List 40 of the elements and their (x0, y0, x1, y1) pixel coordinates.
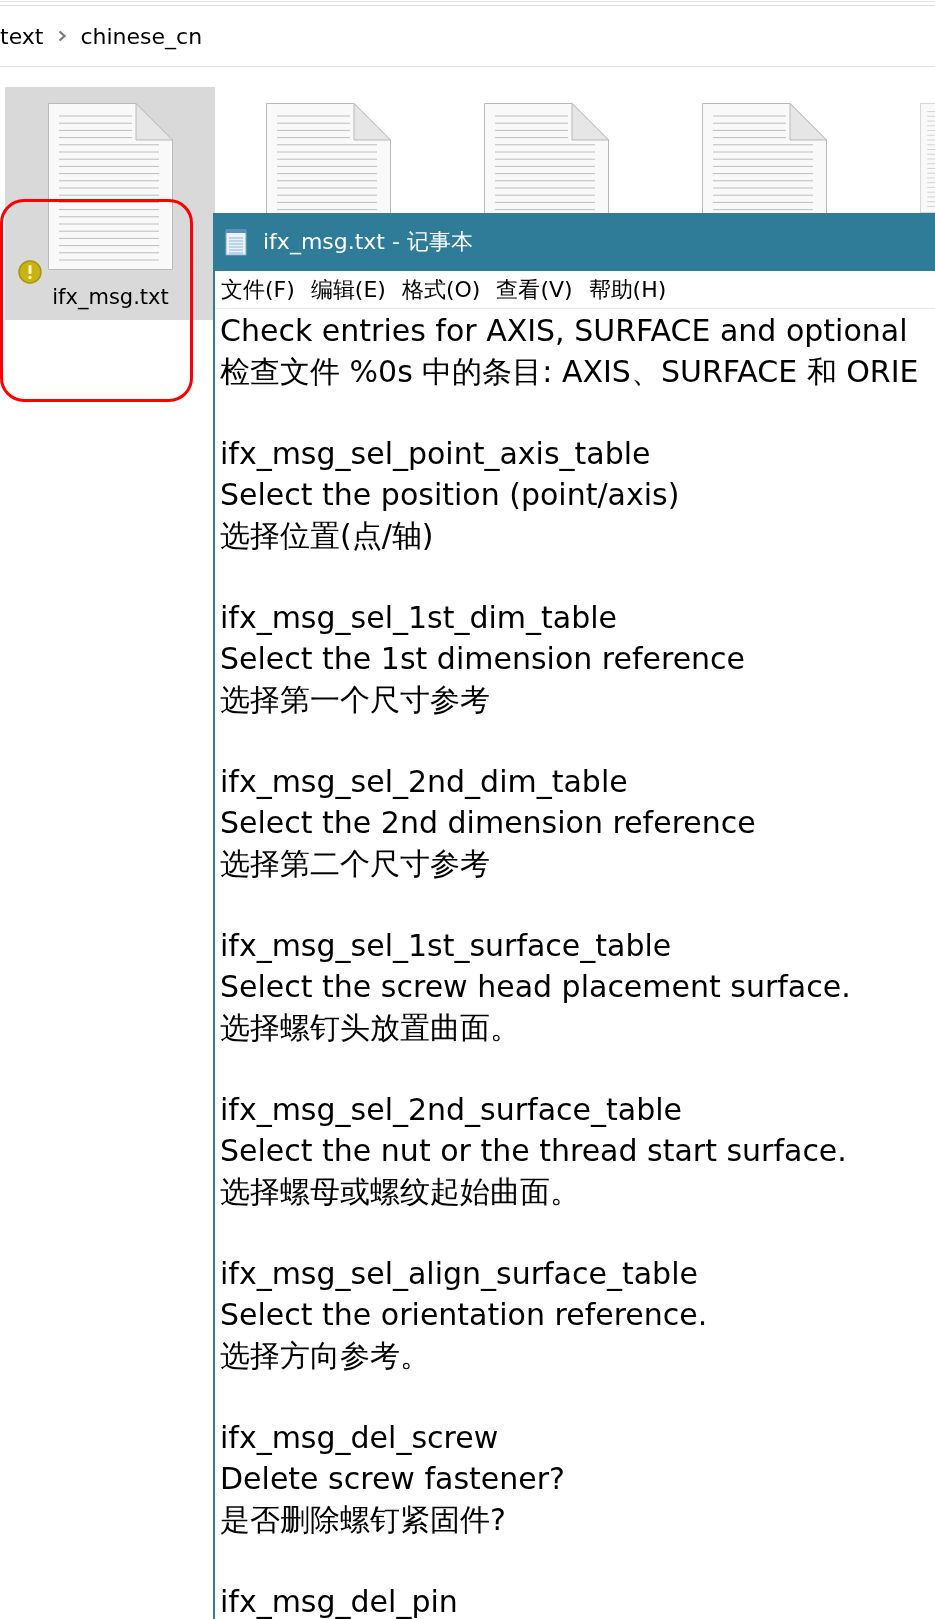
document-icon (484, 103, 609, 213)
text-line: 选择位置(点/轴) (220, 517, 435, 555)
text-line: 检查文件 %0s 中的条目: AXIS、SURFACE 和 ORIE (220, 353, 920, 391)
text-line: ifx_msg_del_pin (220, 1583, 459, 1619)
text-line: Select the 1st dimension reference (220, 640, 747, 678)
file-name: ifx_msg.txt (52, 285, 169, 309)
menu-item[interactable]: 文件(F) (221, 274, 295, 305)
text-line: Check entries for AXIS, SURFACE and optional (220, 312, 909, 350)
text-line: ifx_msg_sel_1st_dim_table (220, 599, 619, 637)
text-line: ifx_msg_sel_1st_surface_table (220, 927, 673, 965)
text-line: Select the nut or the thread start surface. (220, 1132, 848, 1170)
text-line: 选择第一个尺寸参考 (220, 681, 491, 719)
breadcrumb-item[interactable]: text (0, 23, 44, 49)
text-line: ifx_msg_sel_align_surface_table (220, 1255, 699, 1293)
text-line: Select the position (point/axis) (220, 476, 681, 514)
text-line: Select the orientation reference. (220, 1296, 709, 1334)
text-line: ifx_msg_sel_2nd_surface_table (220, 1091, 683, 1129)
text-line: 选择螺钉头放置曲面。 (220, 1009, 521, 1047)
text-line: 选择方向参考。 (220, 1337, 431, 1375)
text-line: ifx_msg_del_screw (220, 1419, 500, 1457)
window-title: ifx_msg.txt - 记事本 (263, 228, 473, 257)
breadcrumb-item[interactable]: chinese_cn (80, 23, 203, 49)
menu-item[interactable]: 查看(V) (496, 274, 573, 305)
text-line: 选择螺母或螺纹起始曲面。 (220, 1173, 581, 1211)
text-line: Delete screw fastener? (220, 1460, 566, 1498)
menu-item[interactable]: 帮助(H) (588, 274, 667, 305)
text-line: ifx_msg_sel_point_axis_table (220, 435, 652, 473)
text-line: Select the 2nd dimension reference (220, 804, 757, 842)
document-icon (266, 103, 391, 213)
notepad-icon (223, 228, 249, 256)
document-icon (48, 103, 173, 270)
menu-item[interactable]: 格式(O) (401, 274, 481, 305)
chevron-icon (58, 30, 67, 42)
text-line: ifx_msg_sel_2nd_dim_table (220, 763, 629, 801)
text-line: 选择第二个尺寸参考 (220, 845, 491, 883)
menu-item[interactable]: 编辑(E) (310, 274, 386, 305)
text-line: 是否删除螺钉紧固件? (220, 1501, 507, 1539)
document-icon (702, 103, 827, 213)
file-tile[interactable]: ifx_msg.txt (5, 87, 215, 320)
text-line: Select the screw head placement surface. (220, 968, 852, 1006)
